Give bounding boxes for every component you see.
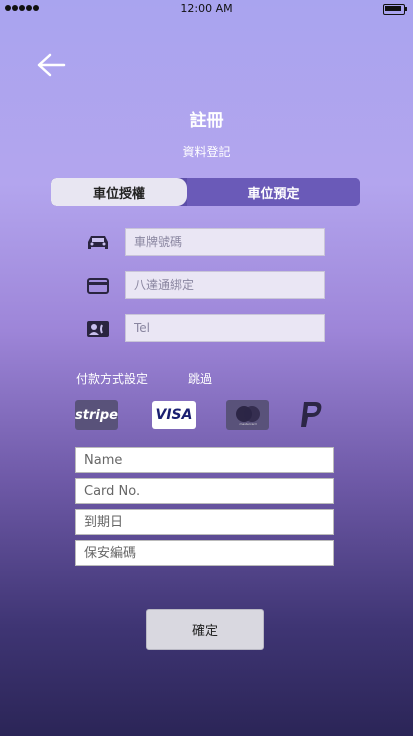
mastercard-circles-icon: mastercard [235,406,260,426]
credit-card-icon [87,278,109,294]
back-arrow-icon[interactable] [36,52,66,78]
mastercard-logo[interactable]: mastercard [226,400,269,430]
page-subtitle: 資料登記 [182,145,231,159]
octopus-input[interactable] [125,271,325,299]
segmented-tabs: 車位授權 車位預定 [51,178,360,206]
octopus-row [86,271,326,301]
battery-icon [383,4,407,15]
expiry-date-input[interactable] [75,509,334,535]
skip-link[interactable]: 跳過 [188,370,212,387]
status-time: 12:00 AM [180,2,233,15]
tab-parking-authorization[interactable]: 車位授權 [51,178,187,206]
paypal-logo[interactable] [296,400,328,430]
plate-number-input[interactable] [125,228,325,256]
stripe-logo[interactable]: stripe [75,400,118,430]
confirm-button[interactable]: 確定 [146,609,264,650]
mastercard-text: mastercard [239,422,256,426]
security-code-input[interactable] [75,540,334,566]
page-title: 註冊 [189,111,224,131]
payment-method-label: 付款方式設定 [76,372,149,386]
status-bar: 12:00 AM [0,0,413,18]
card-number-input[interactable] [75,478,334,504]
tel-row [86,314,326,344]
paypal-icon [301,402,322,427]
plate-row [86,228,326,258]
car-icon [88,236,108,249]
tab-parking-reservation[interactable]: 車位預定 [187,178,360,206]
contact-card-icon [87,321,109,337]
visa-logo[interactable]: VISA [152,401,196,429]
tel-input[interactable] [125,314,325,342]
cardholder-name-input[interactable] [75,447,334,473]
